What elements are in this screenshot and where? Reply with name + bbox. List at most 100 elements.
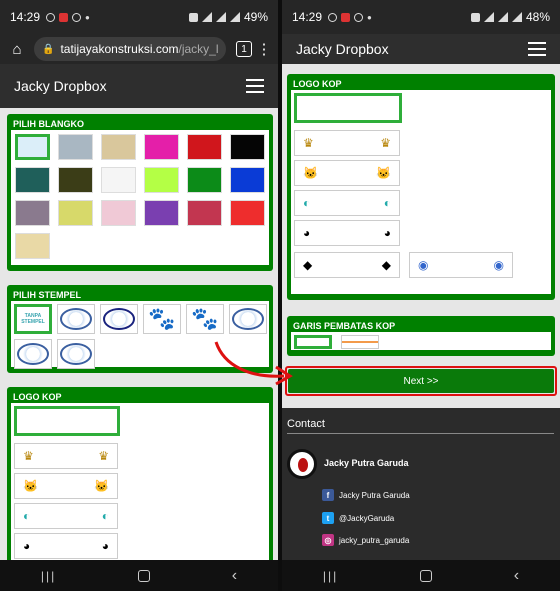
cat-icon: 🐱 (376, 166, 391, 180)
url-text: tatijayakonstruksi.com/jacky_l (60, 42, 218, 56)
logo-upload-field[interactable] (14, 406, 120, 436)
blangko-swatch[interactable] (187, 134, 222, 160)
garuda-icon: ♛ (380, 136, 391, 150)
blangko-swatch[interactable] (58, 167, 93, 193)
lock-icon: 🔒 (42, 43, 55, 55)
android-nav-bar: ||| ‹ (282, 560, 560, 591)
notification-icons: ● (328, 12, 372, 22)
mute-icon (201, 12, 212, 22)
contact-title: Contact (287, 418, 325, 430)
hamburger-menu-icon[interactable] (246, 79, 264, 93)
logo-option-emblem[interactable]: ◉ ◉ (409, 252, 513, 278)
panel-title: LOGO KOP (13, 392, 62, 402)
left-phone-screen: 14:29 ● 49% ⌂ 🔒 tatijayakonstruksi.com/j… (0, 0, 278, 591)
logo-option-badge[interactable]: ◐ ◐ (294, 190, 400, 216)
badge-icon: ◐ (303, 196, 311, 210)
system-icons: 49% (188, 10, 268, 24)
hamburger-menu-icon[interactable] (528, 42, 546, 56)
android-nav-bar: ||| ‹ (0, 560, 278, 591)
recent-apps-icon[interactable]: ||| (41, 569, 56, 583)
stamp-option[interactable] (14, 339, 52, 369)
site-header: Jacky Dropbox (282, 34, 560, 64)
blangko-swatch[interactable] (230, 200, 265, 226)
logo-option-wolf[interactable]: ◆ ◆ (294, 252, 400, 278)
blangko-swatch[interactable] (144, 134, 179, 160)
blangko-swatch[interactable] (15, 167, 50, 193)
site-header: Jacky Dropbox (0, 64, 278, 108)
home-icon[interactable]: ⌂ (6, 41, 28, 58)
stamp-option[interactable] (229, 304, 267, 334)
logo-option-face[interactable]: ◕ ◕ (294, 220, 400, 246)
blangko-swatch[interactable] (58, 134, 93, 160)
garuda-icon: ♛ (98, 449, 109, 463)
twitter-icon: t (322, 512, 334, 524)
download-icon (354, 12, 364, 22)
nav-home-icon[interactable] (420, 569, 432, 582)
blangko-swatch[interactable] (101, 200, 136, 226)
blangko-swatch[interactable] (101, 167, 136, 193)
stamp-option-none[interactable]: TANPA STEMPEL (14, 304, 52, 334)
stamp-option[interactable] (57, 304, 95, 334)
blangko-swatch[interactable] (230, 167, 265, 193)
logo-option-cat[interactable]: 🐱 🐱 (14, 473, 118, 499)
badge-icon: ◐ (101, 509, 109, 523)
contact-name: Jacky Putra Garuda (324, 458, 409, 468)
blangko-swatch[interactable] (144, 167, 179, 193)
logo-option-cat[interactable]: 🐱 🐱 (294, 160, 400, 186)
stamp-option-paw[interactable]: 🐾 (143, 304, 181, 334)
blangko-swatch[interactable] (101, 134, 136, 160)
logo-kop-panel: LOGO KOP ♛ ♛ 🐱 🐱 ◐ ◐ ◕ ◕ ◆ ◆ ◉ ◉ (287, 74, 555, 300)
blangko-swatch[interactable] (15, 233, 50, 259)
status-time: 14:29 (10, 10, 41, 24)
blangko-swatch[interactable] (58, 200, 93, 226)
status-bar: 14:29 ● 48% (282, 0, 560, 34)
address-field[interactable]: 🔒 tatijayakonstruksi.com/jacky_l (34, 37, 226, 61)
emblem-icon: ◉ (418, 258, 429, 272)
instagram-link[interactable]: ◎ jacky_putra_garuda (322, 534, 409, 546)
site-title: Jacky Dropbox (296, 41, 389, 57)
logo-option-garuda[interactable]: ♛ ♛ (14, 443, 118, 469)
logo-option-badge[interactable]: ◐ ◐ (14, 503, 118, 529)
next-button-highlight: Next >> (285, 366, 557, 396)
right-phone-screen: 14:29 ● 48% Jacky Dropbox LOGO KOP ♛ ♛ 🐱 🐱… (282, 0, 560, 591)
annotation-arrow-icon (214, 341, 293, 386)
notification-icons: ● (46, 12, 90, 22)
logo-kop-panel: LOGO KOP ♛ ♛ 🐱 🐱 ◐ ◐ ◕ ◕ (7, 387, 273, 567)
alarm-icon (188, 12, 198, 22)
face-icon: ◕ (383, 226, 391, 240)
site-title: Jacky Dropbox (14, 78, 107, 94)
back-icon[interactable]: ‹ (514, 567, 519, 585)
stamp-option[interactable] (100, 304, 138, 334)
nav-home-icon[interactable] (138, 569, 150, 582)
blangko-swatch[interactable] (187, 167, 222, 193)
blangko-swatch[interactable] (187, 200, 222, 226)
stamp-option[interactable] (57, 339, 95, 369)
line-option-orange[interactable] (341, 335, 379, 349)
blangko-swatch[interactable] (144, 200, 179, 226)
next-button[interactable]: Next >> (288, 369, 554, 393)
back-icon[interactable]: ‹ (232, 567, 237, 585)
facebook-link[interactable]: f Jacky Putra Garuda (322, 489, 410, 501)
logo-option-garuda[interactable]: ♛ ♛ (294, 130, 400, 156)
logo-kop-list: ♛ ♛ 🐱 🐱 ◐ ◐ ◕ ◕ (11, 403, 269, 561)
stamp-option-paw[interactable]: 🐾 (186, 304, 224, 334)
dot-icon: ● (85, 12, 90, 22)
panel-title: LOGO KOP (293, 79, 342, 89)
garis-pembatas-panel: GARIS PEMBATAS KOP (287, 316, 555, 356)
face-icon: ◕ (303, 226, 311, 240)
wolf-icon: ◆ (303, 258, 313, 272)
blangko-swatch[interactable] (230, 134, 265, 160)
blangko-swatch[interactable] (15, 134, 50, 160)
logo-option-face[interactable]: ◕ ◕ (14, 533, 118, 559)
cat-icon: 🐱 (94, 479, 109, 493)
tab-switcher-button[interactable]: 1 (236, 41, 252, 57)
dot-icon: ● (367, 12, 372, 22)
logo-upload-field[interactable] (294, 93, 402, 123)
twitter-link[interactable]: t @JackyGaruda (322, 512, 394, 524)
more-options-icon[interactable]: ⋮ (256, 40, 272, 58)
panel-title: GARIS PEMBATAS KOP (293, 321, 396, 331)
app-notification-icon (59, 12, 69, 22)
blangko-swatch[interactable] (15, 200, 50, 226)
recent-apps-icon[interactable]: ||| (323, 569, 338, 583)
panel-title: PILIH BLANGKO (13, 119, 84, 129)
